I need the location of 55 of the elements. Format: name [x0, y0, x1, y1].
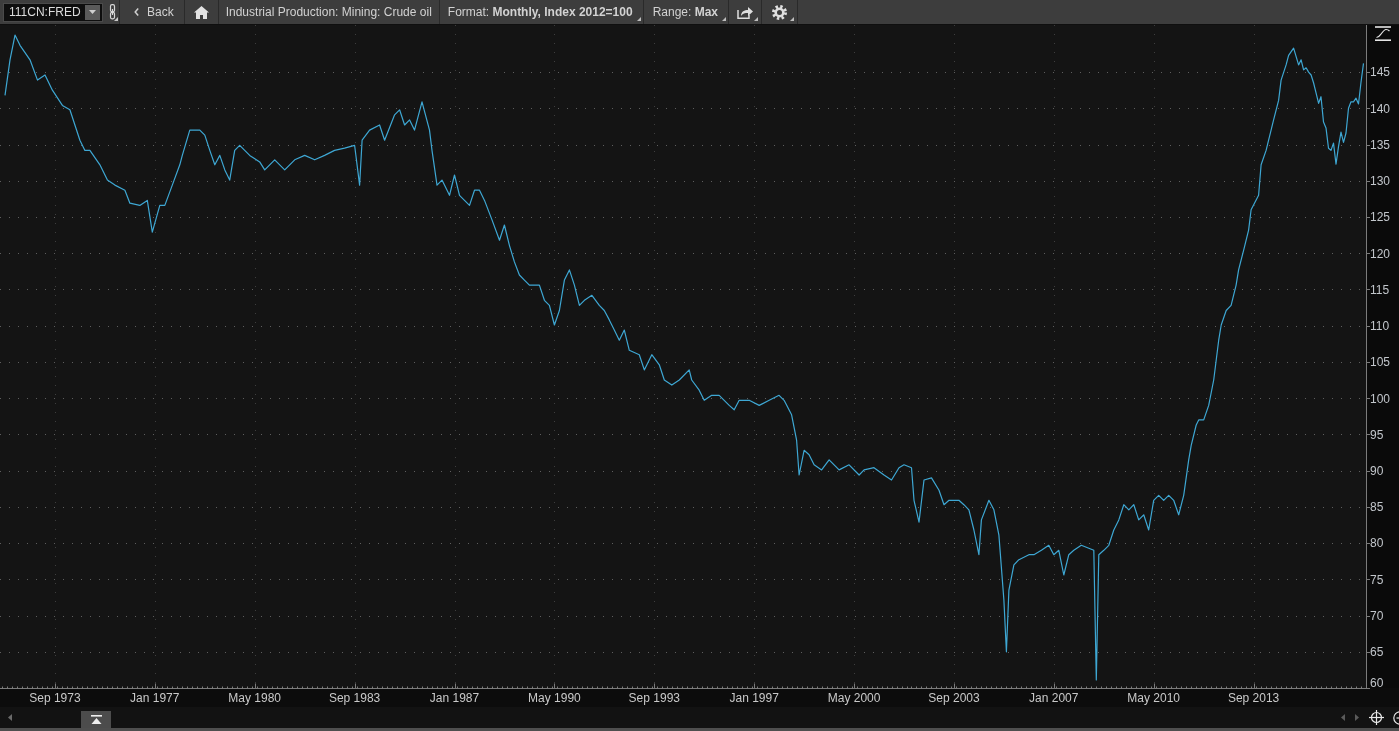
y-axis-label: 120 — [1370, 246, 1391, 261]
chevron-left-icon — [134, 8, 139, 16]
y-axis-label: 135 — [1370, 137, 1391, 152]
y-axis-label: 130 — [1370, 174, 1391, 189]
arrow-up-to-line-icon — [90, 715, 102, 724]
x-axis-label: Sep 1973 — [29, 691, 81, 705]
x-axis-label: May 2010 — [1127, 691, 1181, 705]
scroll-right-icon[interactable] — [1355, 714, 1359, 721]
corner-caret-icon — [754, 17, 758, 21]
x-axis-label: Sep 2003 — [928, 691, 980, 705]
x-axis-label: Sep 1983 — [328, 691, 381, 705]
corner-caret-icon — [722, 17, 726, 21]
collapse-button[interactable] — [81, 711, 111, 728]
x-axis-label: Sep 1993 — [628, 691, 680, 705]
back-button[interactable]: Back — [120, 0, 184, 24]
home-icon[interactable] — [193, 5, 209, 19]
y-axis-label: 115 — [1370, 282, 1390, 297]
y-axis-label: 75 — [1370, 572, 1384, 587]
y-axis-label: 70 — [1370, 608, 1384, 623]
scroll-left-icon[interactable] — [1341, 714, 1345, 721]
chart-title: Industrial Production: Mining: Crude oil — [225, 4, 432, 21]
settings-icon[interactable] — [772, 4, 787, 20]
y-axis-label: 85 — [1370, 500, 1384, 515]
crosshair-icon[interactable] — [1369, 710, 1384, 725]
format-dropdown[interactable]: Format: Monthly, Index 2012=100 — [439, 0, 643, 24]
x-axis-label: Jan 1987 — [429, 691, 480, 705]
symbol-field[interactable]: 111CN:FRED — [3, 2, 103, 22]
x-axis-label: Jan 2007 — [1029, 691, 1079, 705]
y-axis-label: 65 — [1370, 645, 1384, 660]
x-axis-label: Sep 2013 — [1227, 691, 1280, 705]
y-axis-label: 145 — [1370, 65, 1391, 80]
y-axis-label: 105 — [1370, 355, 1391, 370]
y-axis-label: 140 — [1370, 101, 1391, 116]
y-axis-label: 80 — [1370, 536, 1384, 551]
y-axis-label: 90 — [1370, 463, 1384, 478]
link-icon[interactable] — [108, 4, 118, 21]
wave-icon[interactable] — [1375, 26, 1391, 41]
dropdown-button[interactable] — [85, 4, 100, 20]
x-axis-label: Jan 1977 — [130, 691, 180, 705]
range-dropdown[interactable]: Range: Max — [643, 0, 728, 24]
y-axis-label: 125 — [1370, 210, 1391, 225]
x-axis-label: May 1980 — [228, 691, 282, 705]
x-axis-label: May 2000 — [827, 691, 881, 705]
y-axis-label: 110 — [1370, 319, 1390, 333]
y-axis-label: 95 — [1370, 427, 1384, 442]
share-icon[interactable] — [737, 5, 753, 19]
caret-down-icon — [89, 10, 96, 14]
y-axis-label: 60 — [1370, 676, 1384, 691]
x-axis-label: May 1990 — [528, 691, 581, 705]
corner-caret-icon — [636, 17, 641, 21]
y-axis-label: 100 — [1370, 391, 1391, 406]
corner-caret-icon — [790, 17, 794, 21]
x-axis-label: Jan 1997 — [729, 691, 779, 705]
zoom-in-icon[interactable] — [1393, 710, 1399, 725]
scroll-left-icon[interactable] — [8, 714, 12, 721]
